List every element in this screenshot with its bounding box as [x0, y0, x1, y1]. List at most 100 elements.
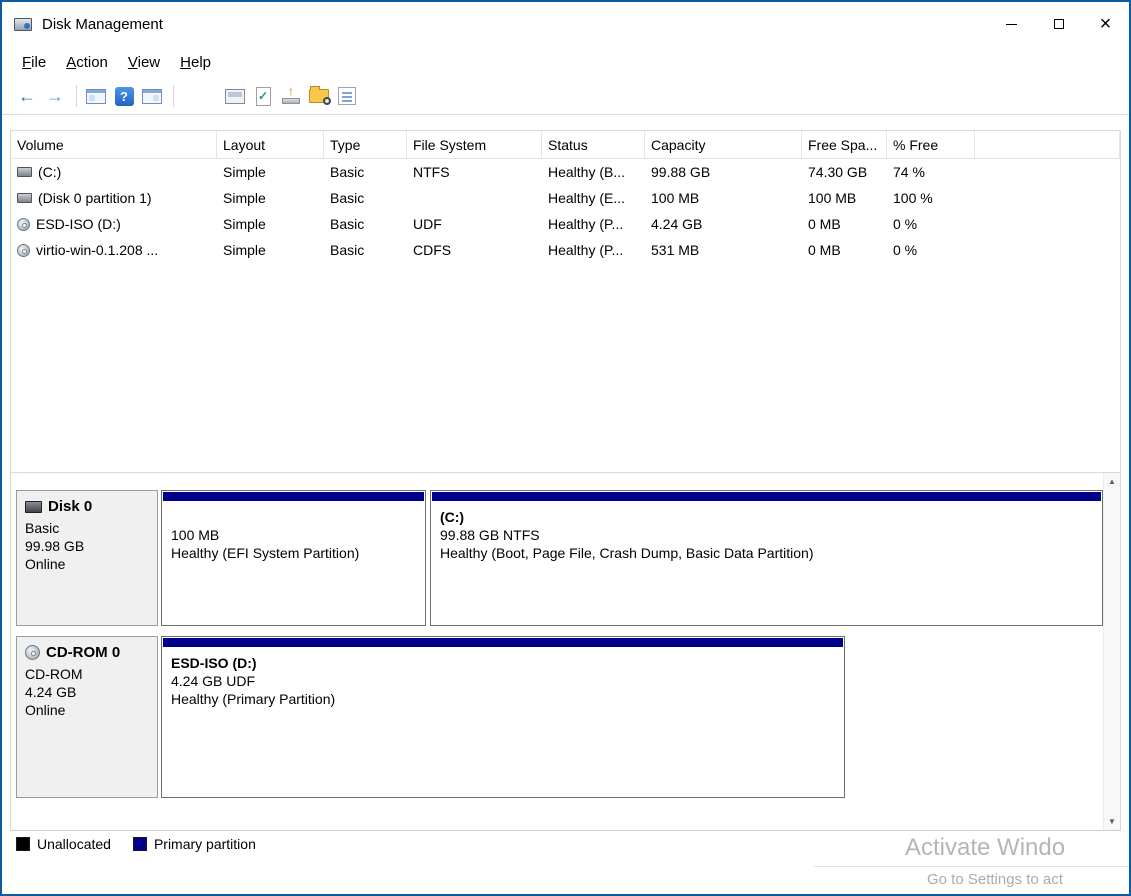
column-header-pct-free[interactable]: % Free [887, 131, 975, 158]
partition-title [171, 508, 416, 526]
table-row[interactable]: ESD-ISO (D:) Simple Basic UDF Healthy (P… [11, 211, 1120, 237]
table-row[interactable]: (C:) Simple Basic NTFS Healthy (B... 99.… [11, 159, 1120, 185]
scroll-down-button[interactable]: ▼ [1104, 813, 1120, 830]
partition-color-bar [163, 638, 843, 647]
show-action-pane-button[interactable] [139, 83, 165, 109]
cell-status: Healthy (P... [542, 211, 645, 237]
magnifier-icon [323, 97, 331, 105]
partition-title: ESD-ISO (D:) [171, 654, 835, 672]
scroll-up-icon: ▲ [1108, 477, 1116, 486]
back-button[interactable]: ← [14, 83, 40, 109]
console-window-button[interactable] [222, 83, 248, 109]
partition-esd-iso[interactable]: ESD-ISO (D:) 4.24 GB UDF Healthy (Primar… [161, 636, 845, 798]
menu-action[interactable]: Action [56, 49, 118, 76]
cell-capacity: 99.88 GB [645, 159, 802, 185]
cdrom-0-header[interactable]: CD-ROM 0 CD-ROM 4.24 GB Online [16, 636, 158, 798]
column-header-capacity[interactable]: Capacity [645, 131, 802, 158]
disk-management-window: Disk Management × File Action View Help … [0, 0, 1131, 896]
cell-free-space: 0 MB [802, 237, 887, 263]
partition-size: 99.88 GB NTFS [440, 526, 1093, 544]
window-title: Disk Management [42, 16, 163, 33]
check-document-icon: ✓ [256, 87, 271, 106]
cell-file-system: CDFS [407, 237, 542, 263]
cell-pct-free: 0 % [887, 237, 975, 263]
minimize-button[interactable] [988, 2, 1035, 46]
activate-windows-watermark: Activate Windo [905, 834, 1065, 862]
check-document-button[interactable]: ✓ [250, 83, 276, 109]
column-header-type[interactable]: Type [324, 131, 407, 158]
menu-help[interactable]: Help [170, 49, 221, 76]
cell-layout: Simple [217, 159, 324, 185]
cell-type: Basic [324, 211, 407, 237]
cd-icon [17, 244, 30, 257]
help-icon: ? [115, 87, 134, 106]
cell-free-space: 74.30 GB [802, 159, 887, 185]
column-header-volume[interactable]: Volume [11, 131, 217, 158]
cell-file-system: NTFS [407, 159, 542, 185]
disk-status: Online [25, 701, 149, 719]
toolbar-separator [76, 85, 77, 107]
column-header-file-system[interactable]: File System [407, 131, 542, 158]
legend-primary-partition: Primary partition [133, 836, 256, 852]
help-button[interactable]: ? [111, 83, 137, 109]
task-list-button[interactable] [334, 83, 360, 109]
partition-status: Healthy (Primary Partition) [171, 690, 835, 708]
menu-bar: File Action View Help [2, 46, 1129, 78]
maximize-button[interactable] [1035, 2, 1082, 46]
disk-size: 99.98 GB [25, 537, 149, 555]
partition-c-drive[interactable]: (C:) 99.88 GB NTFS Healthy (Boot, Page F… [430, 490, 1103, 626]
disk-name: CD-ROM 0 [46, 644, 120, 661]
menu-file[interactable]: File [12, 49, 56, 76]
partition-size: 100 MB [171, 526, 416, 544]
volume-list-header: Volume Layout Type File System Status Ca… [11, 131, 1120, 159]
client-area: Volume Layout Type File System Status Ca… [10, 130, 1121, 830]
show-action-pane-icon [142, 89, 162, 104]
close-button[interactable]: × [1082, 2, 1129, 46]
column-header-free-space[interactable]: Free Spa... [802, 131, 887, 158]
column-header-status[interactable]: Status [542, 131, 645, 158]
vertical-scrollbar[interactable]: ▲ ▼ [1103, 473, 1120, 830]
forward-icon: → [46, 86, 64, 107]
cell-type: Basic [324, 185, 407, 211]
volume-name: (C:) [38, 164, 61, 180]
bottom-divider [814, 866, 1129, 867]
legend-unallocated: Unallocated [16, 836, 111, 852]
cell-status: Healthy (B... [542, 159, 645, 185]
show-console-tree-button[interactable] [83, 83, 109, 109]
drive-icon [17, 167, 32, 177]
disk-name: Disk 0 [48, 498, 92, 515]
close-icon: × [1100, 13, 1112, 36]
disk-management-app-icon [14, 18, 32, 31]
table-row[interactable]: (Disk 0 partition 1) Simple Basic Health… [11, 185, 1120, 211]
search-folder-button[interactable] [306, 83, 332, 109]
graphical-view: Disk 0 Basic 99.98 GB Online 100 MB Heal… [11, 472, 1120, 830]
upload-drive-icon: ↑ [281, 86, 301, 106]
cell-free-space: 0 MB [802, 211, 887, 237]
upload-drive-button[interactable]: ↑ [278, 83, 304, 109]
toolbar-separator [173, 85, 174, 107]
disk-0-header[interactable]: Disk 0 Basic 99.98 GB Online [16, 490, 158, 626]
cell-layout: Simple [217, 211, 324, 237]
volume-list: Volume Layout Type File System Status Ca… [11, 131, 1120, 472]
menu-view[interactable]: View [118, 49, 170, 76]
activate-windows-subtext: Go to Settings to act [927, 871, 1063, 888]
title-bar[interactable]: Disk Management × [2, 2, 1129, 46]
unallocated-swatch [16, 837, 30, 851]
minimize-icon [1006, 24, 1017, 25]
disk-type: CD-ROM [25, 665, 149, 683]
cell-free-space: 100 MB [802, 185, 887, 211]
disk-type: Basic [25, 519, 149, 537]
cdrom-0-row: CD-ROM 0 CD-ROM 4.24 GB Online ESD-ISO (… [16, 636, 1102, 798]
primary-partition-swatch [133, 837, 147, 851]
cdrom-0-partitions: ESD-ISO (D:) 4.24 GB UDF Healthy (Primar… [161, 636, 1102, 798]
scroll-up-button[interactable]: ▲ [1104, 473, 1120, 490]
column-header-layout[interactable]: Layout [217, 131, 324, 158]
partition-efi-system[interactable]: 100 MB Healthy (EFI System Partition) [161, 490, 426, 626]
table-row[interactable]: virtio-win-0.1.208 ... Simple Basic CDFS… [11, 237, 1120, 263]
cell-capacity: 531 MB [645, 237, 802, 263]
volume-name: (Disk 0 partition 1) [38, 190, 152, 206]
forward-button[interactable]: → [42, 83, 68, 109]
cell-pct-free: 100 % [887, 185, 975, 211]
column-header-blank[interactable] [975, 131, 1120, 158]
cd-icon [25, 645, 40, 660]
